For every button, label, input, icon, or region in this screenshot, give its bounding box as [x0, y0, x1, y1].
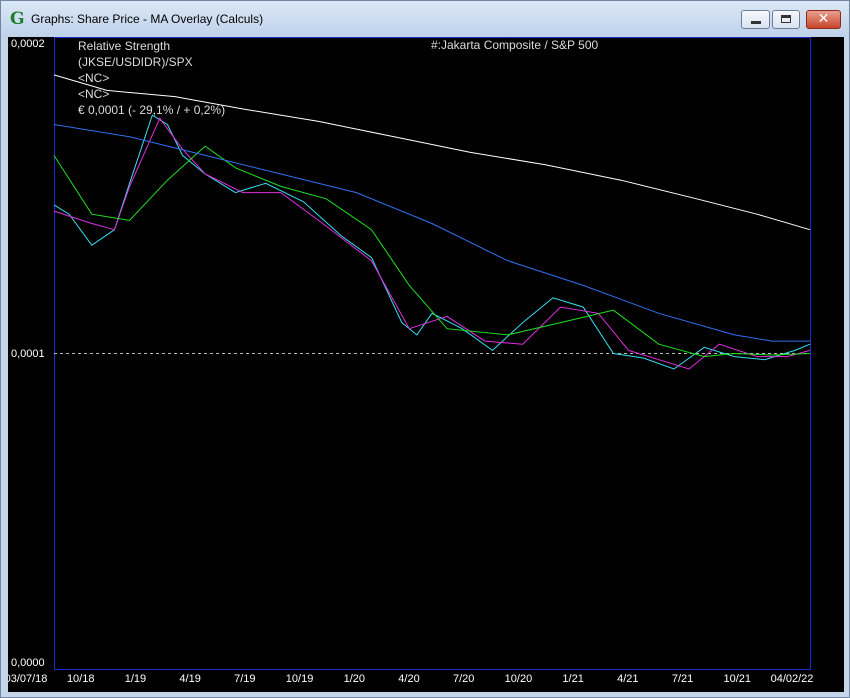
chart-canvas[interactable]: 0,0002 0,0001 0,0000 03/07/18 10/18 1/19 4/19…: [8, 37, 844, 692]
minimize-button[interactable]: [741, 10, 770, 29]
x-tick-label: 10/18: [66, 673, 95, 685]
window-title: Graphs: Share Price - MA Overlay (Calcul…: [31, 12, 264, 26]
legend-line: <NC>: [78, 87, 110, 101]
x-tick-label: 1/20: [343, 673, 365, 685]
x-tick-label: 03/07/18: [8, 673, 48, 685]
series-line-3: [53, 124, 810, 342]
maximize-icon: [781, 15, 791, 23]
legend-line: € 0,0001 (- 29,1% / + 0,2%): [78, 103, 226, 117]
x-tick-label: 4/20: [398, 673, 420, 685]
x-tick-label: 7/20: [452, 673, 475, 685]
y-tick-label: 0,0001: [11, 347, 45, 360]
close-icon: ✕: [817, 11, 830, 27]
minimize-icon: [751, 21, 761, 24]
x-tick-label: 1/19: [124, 673, 147, 685]
x-tick-label: 10/21: [723, 673, 752, 685]
legend-line: Relative Strength: [78, 39, 171, 53]
x-tick-label: 10/19: [285, 673, 314, 685]
legend: Relative Strength (JKSE/USDIDR)/SPX <NC>…: [78, 38, 225, 118]
chart-window: G Graphs: Share Price - MA Overlay (Calc…: [0, 0, 850, 698]
x-tick-label: 04/02/22: [770, 673, 814, 685]
title-bar[interactable]: G Graphs: Share Price - MA Overlay (Calc…: [1, 1, 849, 37]
legend-line: (JKSE/USDIDR)/SPX: [78, 55, 193, 69]
x-tick-label: 1/21: [562, 673, 584, 685]
series-title: #:Jakarta Composite / S&P 500: [431, 38, 599, 52]
series-line-0: [53, 114, 811, 370]
y-tick-label: 0,0002: [11, 38, 45, 50]
app-logo-icon: G: [10, 9, 25, 29]
x-tick-label: 10/20: [504, 673, 533, 685]
y-tick-label: 0,0000: [11, 657, 45, 669]
legend-line: <NC>: [78, 71, 110, 85]
x-tick-label: 4/21: [617, 673, 639, 685]
x-tick-label: 4/19: [179, 673, 201, 685]
chart-svg: [53, 74, 811, 370]
series-line-1: [53, 117, 811, 370]
x-tick-label: 7/19: [234, 673, 256, 685]
series-line-2: [53, 145, 811, 358]
close-button[interactable]: ✕: [806, 10, 841, 29]
x-tick-label: 7/21: [671, 673, 694, 685]
maximize-button[interactable]: [772, 10, 800, 29]
